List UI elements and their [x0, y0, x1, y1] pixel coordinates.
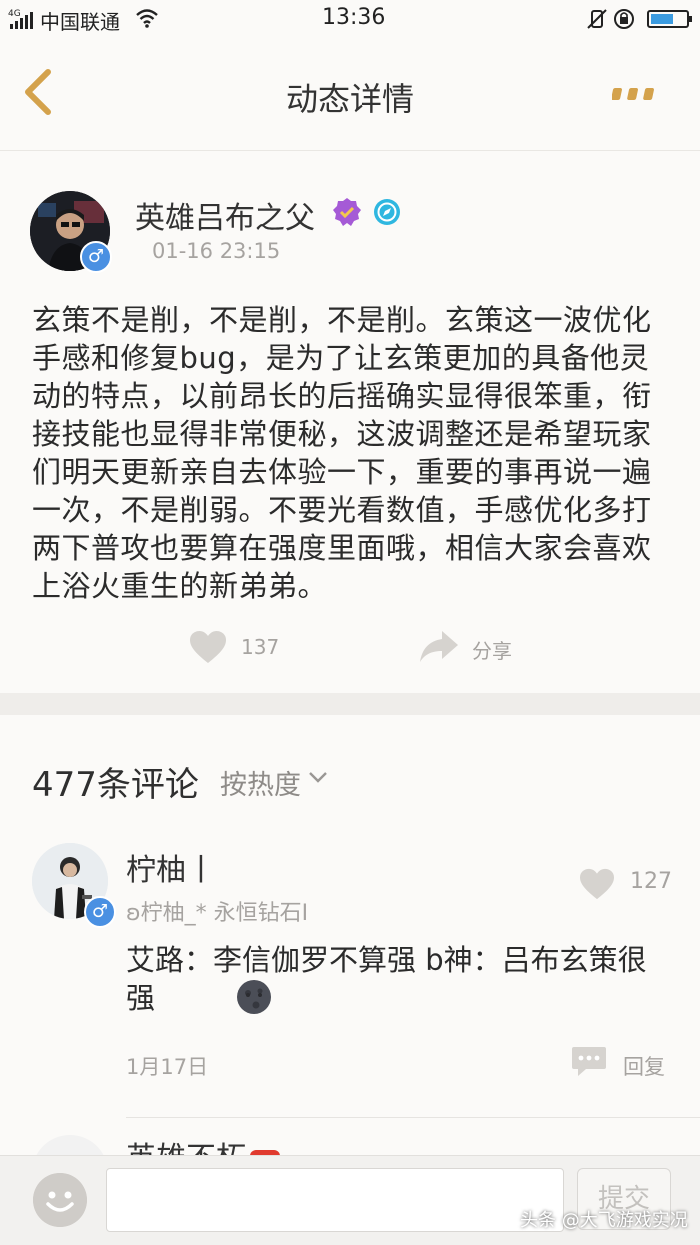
more-options-icon[interactable] [612, 85, 658, 103]
sort-dropdown[interactable]: 按热度 [220, 763, 301, 802]
chevron-down-icon[interactable] [308, 770, 328, 784]
heart-icon[interactable] [578, 867, 616, 901]
comment-date: 1月17日 [126, 1055, 209, 1079]
nav-bar: 动态详情 [0, 38, 700, 151]
post-card: ♂ 英雄吕布之父 01-16 23:15 玄策不是削，不是削，不是削。玄策这一波… [0, 151, 700, 693]
share-button-label[interactable]: 分享 [472, 635, 512, 664]
comment-input[interactable] [106, 1168, 564, 1232]
share-icon[interactable] [418, 627, 460, 665]
commenter-rank: ʚ柠柚_* 永恒钻石I [126, 901, 309, 926]
svg-text:4G: 4G [8, 9, 21, 19]
male-gender-icon: ♂ [84, 896, 116, 928]
clock: 13:36 [322, 5, 386, 30]
rotation-lock-icon [614, 9, 634, 29]
vibrate-off-icon [587, 9, 607, 29]
signal-icon: 4G [8, 9, 33, 29]
heart-icon[interactable] [188, 629, 228, 665]
author-avatar[interactable]: ♂ [30, 191, 112, 273]
comment-count: 477条评论 [32, 765, 199, 805]
compass-badge-icon [374, 199, 400, 225]
reply-button-label[interactable]: 回复 [623, 1051, 665, 1081]
male-gender-icon: ♂ [80, 241, 112, 273]
commenter-name[interactable]: 柠柚丨 [126, 845, 216, 889]
post-body-text: 玄策不是削，不是削，不是削。玄策这一波优化手感和修复bug，是为了让玄策更加的具… [32, 303, 652, 603]
post-timestamp: 01-16 23:15 [152, 239, 281, 263]
wifi-icon [136, 9, 158, 28]
new-moon-face-icon [237, 980, 271, 1014]
comments-section: 477条评论 按热度 ♂ 柠柚丨 ʚ柠柚_* 永恒钻石I 127 艾路：李信伽罗… [0, 715, 700, 1176]
comment-text: 艾路：李信伽罗不算强 b神：吕布玄策很强 [126, 943, 647, 1015]
section-divider [0, 693, 700, 715]
status-bar: 4G 中国联通 13:36 [0, 0, 700, 38]
battery-icon [647, 10, 692, 28]
comment-separator [126, 1117, 700, 1118]
like-count: 137 [241, 635, 280, 659]
comment-like-count: 127 [630, 869, 672, 894]
carrier-label: 中国联通 [40, 10, 120, 34]
verified-badge-icon [333, 198, 361, 226]
comment-bubble-icon[interactable] [570, 1045, 608, 1079]
page-title: 动态详情 [285, 80, 414, 118]
author-name[interactable]: 英雄吕布之父 [135, 193, 315, 237]
smiley-icon[interactable] [33, 1173, 87, 1227]
watermark-text: 头条 @大飞游戏实况 [520, 1210, 688, 1231]
system-icons [587, 9, 692, 29]
